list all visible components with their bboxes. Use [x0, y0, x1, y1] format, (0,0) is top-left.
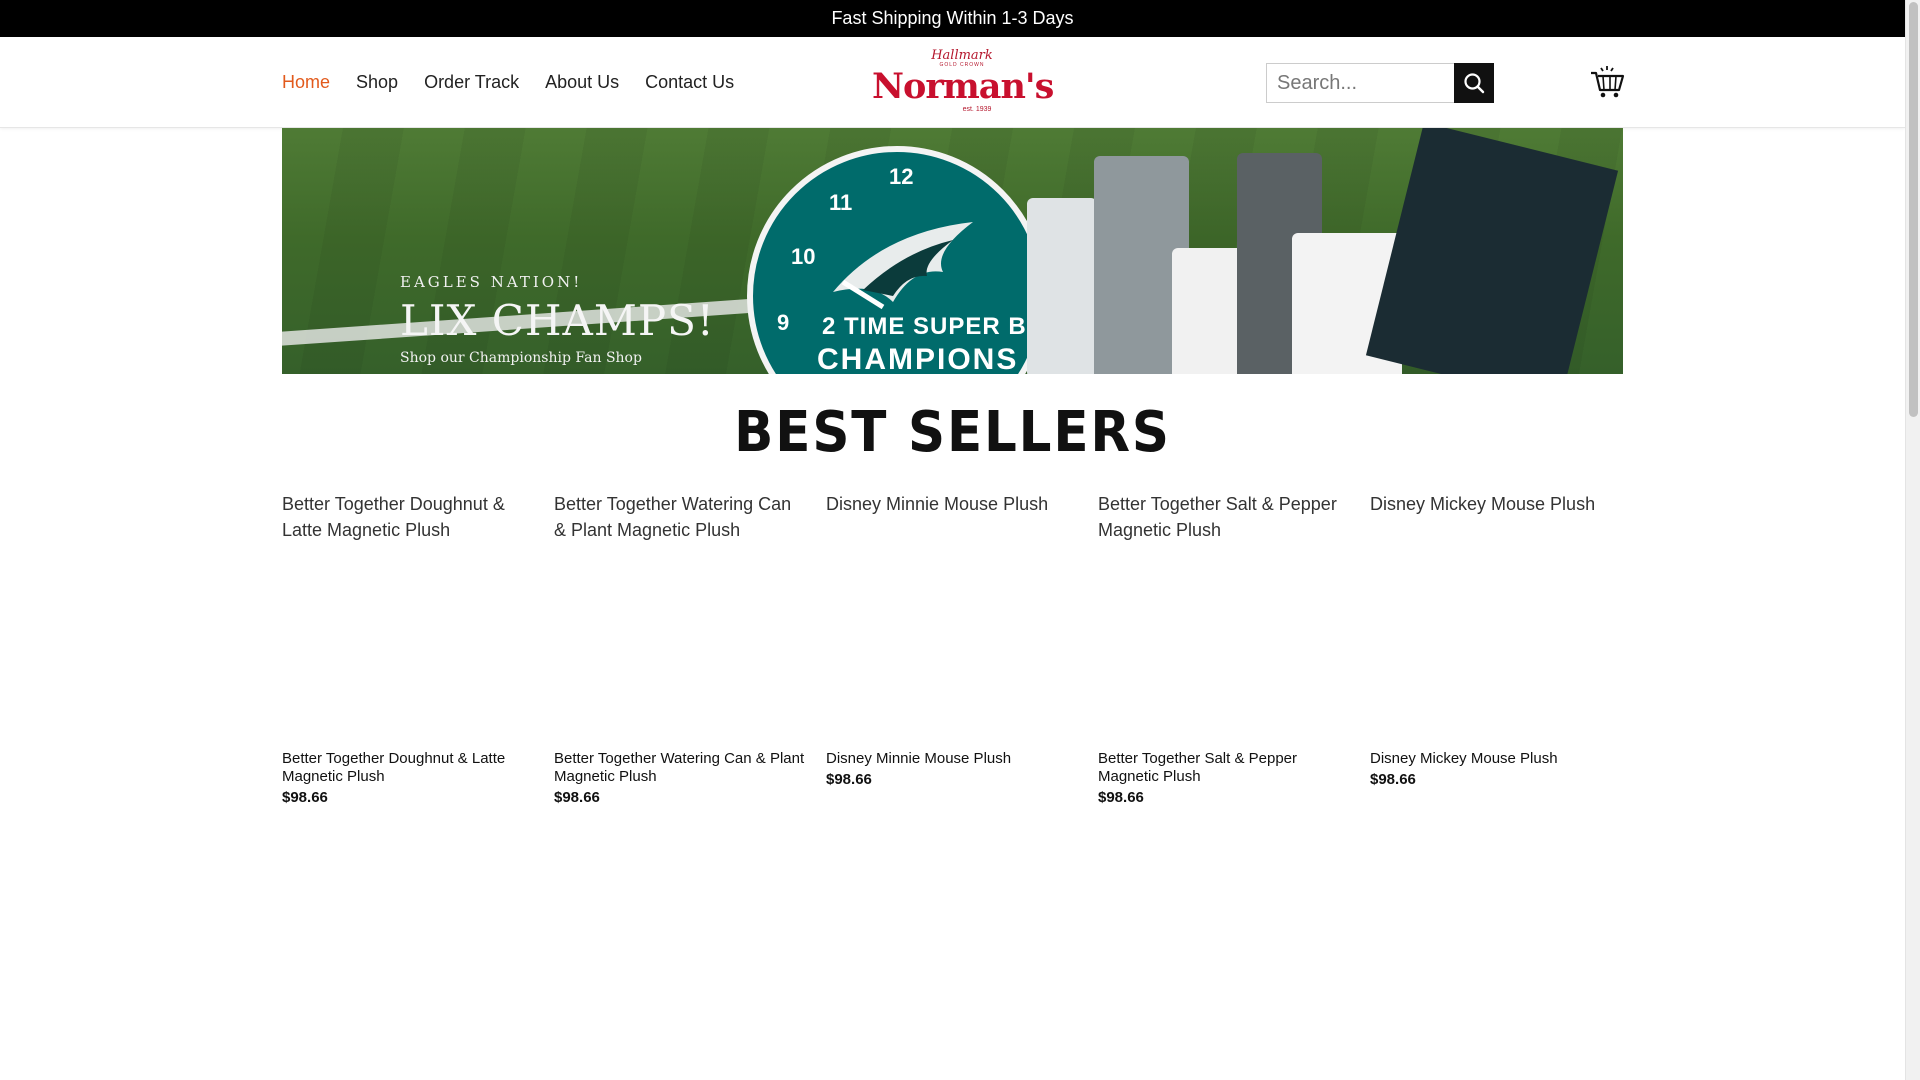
search-button[interactable] [1454, 63, 1494, 103]
search-input[interactable] [1266, 63, 1454, 103]
nav-contact-us[interactable]: Contact Us [645, 72, 734, 93]
product-name[interactable]: Disney Minnie Mouse Plush [826, 750, 1078, 768]
cart-button[interactable] [1589, 64, 1625, 100]
product-price: $98.66 [554, 789, 600, 806]
product-image[interactable]: Better Together Doughnut & Latte Magneti… [282, 491, 534, 744]
announcement-text: Fast Shipping Within 1-3 Days [831, 8, 1074, 28]
page-scrollbar[interactable] [1905, 0, 1920, 1080]
logo-brand: Norman's [872, 66, 1054, 107]
hero-banner[interactable]: 12 11 10 9 2 TIME SUPER BOWL CHAMPIONS E… [282, 128, 1623, 374]
nav-home[interactable]: Home [282, 72, 330, 93]
announcement-bar: Fast Shipping Within 1-3 Days [0, 0, 1905, 37]
cart-icon [1591, 66, 1625, 98]
product-name[interactable]: Better Together Doughnut & Latte Magneti… [282, 750, 534, 786]
site-logo[interactable]: Hallmark GOLD CROWN Norman's est. 1939 [872, 48, 1054, 115]
product-price: $98.66 [1098, 789, 1144, 806]
product-name[interactable]: Disney Mickey Mouse Plush [1370, 750, 1622, 768]
search-form [1266, 63, 1496, 103]
banner-title: LIX CHAMPS! [400, 296, 715, 345]
product-price: $98.66 [1370, 771, 1416, 788]
product-image[interactable]: Better Together Watering Can & Plant Mag… [554, 491, 806, 744]
product-name[interactable]: Better Together Salt & Pepper Magnetic P… [1098, 750, 1350, 786]
product-name[interactable]: Better Together Watering Can & Plant Mag… [554, 750, 806, 786]
banner-tumbler-1 [1027, 198, 1097, 374]
banner-eyebrow: EAGLES NATION! [400, 273, 583, 291]
banner-clock-champions: CHAMPIONS [817, 343, 1019, 374]
product-card[interactable]: Better Together Doughnut & Latte Magneti… [282, 491, 534, 806]
main-nav: Home Shop Order Track About Us Contact U… [282, 37, 760, 127]
scrollbar-thumb[interactable] [1909, 2, 1918, 417]
search-icon [1464, 73, 1485, 94]
best-sellers-heading: BEST SELLERS [734, 400, 1171, 465]
product-card[interactable]: Disney Mickey Mouse Plush Disney Mickey … [1370, 491, 1622, 788]
logo-hallmark: Hallmark [931, 48, 993, 63]
product-price: $98.66 [282, 789, 328, 806]
product-image[interactable]: Disney Mickey Mouse Plush [1370, 491, 1622, 744]
product-card[interactable]: Better Together Salt & Pepper Magnetic P… [1098, 491, 1350, 806]
product-image[interactable]: Disney Minnie Mouse Plush [826, 491, 1078, 744]
nav-order-track[interactable]: Order Track [424, 72, 519, 93]
logo-est: est. 1939 [962, 106, 992, 113]
product-card[interactable]: Better Together Watering Can & Plant Mag… [554, 491, 806, 806]
product-grid: Better Together Doughnut & Latte Magneti… [282, 491, 1623, 831]
banner-subtitle: Shop our Championship Fan Shop [400, 350, 642, 366]
site-header: Home Shop Order Track About Us Contact U… [0, 37, 1905, 128]
nav-shop[interactable]: Shop [356, 72, 398, 93]
product-image[interactable]: Better Together Salt & Pepper Magnetic P… [1098, 491, 1350, 744]
product-price: $98.66 [826, 771, 872, 788]
product-card[interactable]: Disney Minnie Mouse Plush Disney Minnie … [826, 491, 1078, 788]
nav-about-us[interactable]: About Us [545, 72, 619, 93]
